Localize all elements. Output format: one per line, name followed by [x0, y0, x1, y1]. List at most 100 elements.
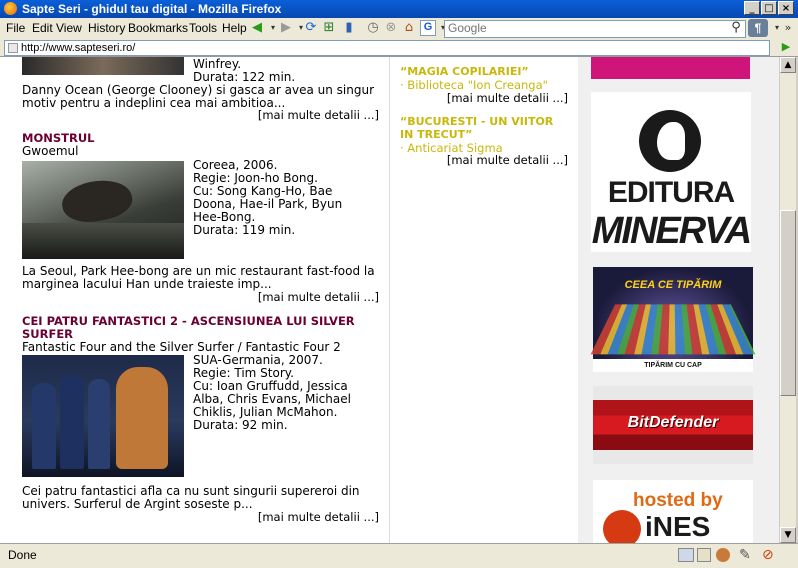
movie-thumbnail[interactable]	[22, 355, 184, 477]
status-bar: Done ✎ ⊘	[0, 543, 798, 568]
minerva-helmet-shape	[657, 122, 685, 160]
address-bar: ▶	[0, 39, 798, 57]
movie-description: univers. Surferul de Argint soseste p...	[22, 497, 253, 511]
search-box[interactable]	[444, 20, 746, 38]
scroll-thumb[interactable]	[780, 210, 796, 396]
event-title-link[interactable]: IN TRECUT”	[400, 128, 472, 141]
movie-title-link[interactable]: SURFER	[22, 327, 73, 341]
ad-ines-text: iNES	[645, 511, 711, 542]
vertical-scrollbar[interactable]: ▲ ▼	[779, 57, 796, 543]
extension-icon[interactable]: ¶	[748, 19, 768, 37]
menu-tools[interactable]: Tools	[189, 21, 217, 35]
movie-original-title: Fantastic Four and the Silver Surfer / F…	[22, 340, 341, 354]
page-content: Winfrey. Durata: 122 min. Danny Ocean (G…	[0, 57, 779, 543]
popup-blocker-icon[interactable]	[678, 548, 694, 562]
url-input[interactable]	[21, 41, 761, 55]
movie-duration: Durata: 92 min.	[193, 418, 288, 432]
menu-view[interactable]: View	[56, 21, 82, 35]
scroll-down-arrow-icon[interactable]: ▼	[780, 527, 796, 543]
venue-link[interactable]: · Biblioteca "Ion Creanga"	[400, 78, 548, 92]
movie-original-title: Gwoemul	[22, 144, 79, 158]
movie-duration: Durata: 122 min.	[193, 70, 296, 84]
column-divider	[389, 57, 390, 543]
movie-info-line: Regie: Tim Story.	[193, 366, 294, 380]
menu-file[interactable]: File	[6, 21, 25, 35]
movie-info-line: SUA-Germania, 2007.	[193, 353, 323, 367]
ad-ceea-image	[590, 304, 756, 355]
movie-thumbnail[interactable]	[22, 57, 184, 75]
window-title: Sapte Seri - ghidul tau digital - Mozill…	[22, 2, 282, 16]
ad-bitdefender[interactable]: BitDefender	[593, 386, 753, 464]
ad-ceea-headline: CEEA CE TIPĂRIM	[624, 279, 722, 291]
home-icon[interactable]: ⌂	[400, 19, 418, 37]
more-details-link[interactable]: [mai multe detalii ...]	[200, 510, 379, 524]
movie-info-line: Cu: Ioan Gruffudd, Jessica	[193, 379, 348, 393]
ad-minerva-text: MINERVA	[591, 210, 752, 252]
event-title-link[interactable]: “BUCURESTI - UN VIITOR	[400, 115, 553, 128]
toolbar-overflow-icon[interactable]: »	[779, 19, 797, 37]
minimize-button[interactable]: _	[744, 1, 760, 15]
ines-logo-icon	[603, 510, 641, 543]
movie-title-link[interactable]: CEI PATRU FANTASTICI 2 - ASCENSIUNEA LUI…	[22, 314, 355, 328]
minerva-logo-icon	[639, 110, 701, 172]
movie-info-line: Hee-Bong.	[193, 210, 256, 224]
window-titlebar: Sapte Seri - ghidul tau digital - Mozill…	[0, 0, 798, 18]
close-button[interactable]: ×	[778, 1, 794, 15]
url-field[interactable]	[4, 40, 770, 56]
new-tab-icon[interactable]: ⊞	[320, 19, 338, 37]
movie-info-line: Winfrey.	[193, 57, 242, 71]
maximize-button[interactable]: □	[761, 1, 777, 15]
movie-thumbnail[interactable]	[22, 161, 184, 259]
ad-bitdefender-text: BitDefender	[627, 414, 719, 431]
go-button[interactable]: ▶	[778, 40, 794, 54]
noscript-icon[interactable]: ⊘	[762, 547, 774, 563]
ad-ceea-ce-tiparim[interactable]: CEEA CE TIPĂRIM TIPĂRIM CU CAP	[590, 267, 756, 372]
smiley-icon[interactable]	[716, 548, 730, 562]
search-magnifier-icon[interactable]: ⚲	[727, 19, 745, 37]
firefox-icon	[4, 2, 17, 15]
movie-description: Danny Ocean (George Clooney) si gasca ar…	[22, 83, 375, 97]
stop-icon[interactable]: ⊗	[382, 19, 400, 37]
ad-editura-minerva[interactable]: EDITURA MINERVA	[591, 92, 752, 252]
more-details-link[interactable]: [mai multe detalii ...]	[400, 153, 568, 167]
reload-icon[interactable]: ⟳	[302, 19, 320, 37]
ad-ceea-tagline: TIPĂRIM CU CAP	[644, 362, 702, 369]
movie-description: marginea lacului Han unde traieste imp..…	[22, 277, 272, 291]
thumbnail-figure	[116, 367, 168, 469]
ad-hosted-text: hosted by	[633, 490, 723, 511]
movie-info-line: Chiklis, Julian McMahon.	[193, 405, 338, 419]
movie-info-line: Cu: Song Kang-Ho, Bae	[193, 184, 333, 198]
ad-banner-top[interactable]	[591, 57, 750, 79]
more-details-link[interactable]: [mai multe detalii ...]	[200, 290, 379, 304]
menu-history[interactable]: History	[88, 21, 125, 35]
status-text: Done	[8, 548, 37, 562]
movie-info-line: Doona, Hae-il Park, Byun	[193, 197, 343, 211]
ad-hosted-ines[interactable]: hosted by iNES	[593, 480, 753, 543]
movie-duration: Durata: 119 min.	[193, 223, 296, 237]
menu-bookmarks[interactable]: Bookmarks	[128, 21, 188, 35]
page-favicon-icon	[8, 43, 18, 53]
movie-info-line: Regie: Joon-ho Bong.	[193, 171, 318, 185]
history-clock-icon[interactable]: ◷	[364, 19, 382, 37]
menu-help[interactable]: Help	[222, 21, 247, 35]
thumbnail-figure	[60, 375, 84, 469]
search-input[interactable]	[445, 21, 736, 35]
movie-description: Cei patru fantastici afla ca nu sunt sin…	[22, 484, 360, 498]
thumbnail-creature	[58, 174, 136, 228]
movie-info-line: Alba, Chris Evans, Michael	[193, 392, 351, 406]
menu-edit[interactable]: Edit	[32, 21, 53, 35]
thumbnail-figure	[32, 383, 56, 469]
feather-icon[interactable]: ✎	[739, 547, 751, 563]
event-title-link[interactable]: “MAGIA COPILARIEI”	[400, 65, 529, 78]
more-details-link[interactable]: [mai multe detalii ...]	[200, 108, 379, 122]
ad-editura-text: EDITURA	[607, 176, 735, 209]
thumbnail-figure	[88, 379, 110, 469]
ad-ceea-footer: TIPĂRIM CU CAP	[593, 359, 753, 372]
movie-info-line: Coreea, 2006.	[193, 158, 278, 172]
scroll-up-arrow-icon[interactable]: ▲	[780, 57, 796, 73]
bookmark-page-icon[interactable]: ▮	[340, 19, 358, 37]
movie-description: La Seoul, Park Hee-bong are un mic resta…	[22, 264, 375, 278]
more-details-link[interactable]: [mai multe detalii ...]	[400, 91, 568, 105]
movie-title-link[interactable]: MONSTRUL	[22, 131, 95, 145]
page-info-icon[interactable]	[697, 548, 711, 562]
